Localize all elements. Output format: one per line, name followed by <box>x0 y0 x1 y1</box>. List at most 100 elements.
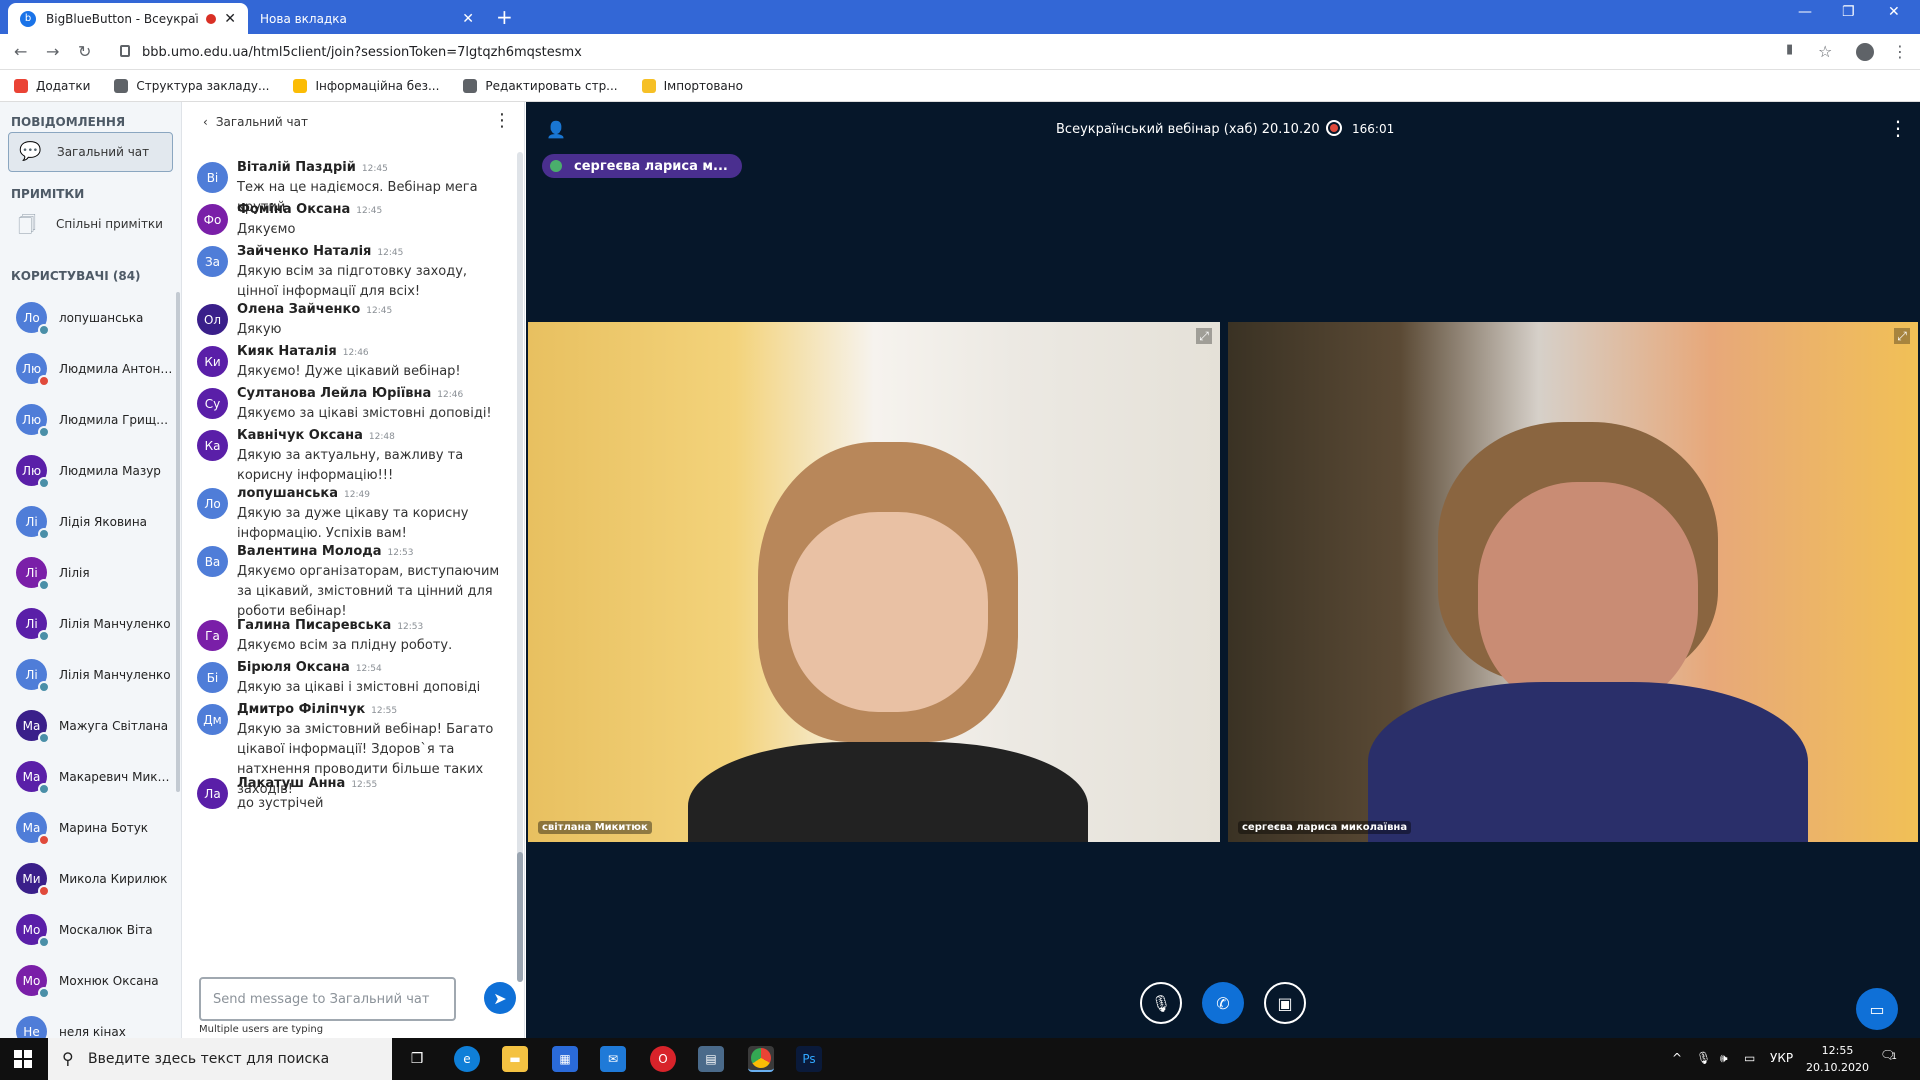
notifications-icon[interactable]: 🗨1 <box>1880 1048 1897 1062</box>
user-list-item[interactable]: Лі Лілія Манчуленко <box>0 649 175 700</box>
user-list-item[interactable]: Лю Людмила Грищенко <box>0 394 175 445</box>
user-list-item[interactable]: Ма Мажуга Світлана <box>0 700 175 751</box>
network-app-icon[interactable]: ▤ <box>698 1046 724 1072</box>
talker-name: сергеєва лариса м... <box>574 158 728 174</box>
restore-icon[interactable]: ❐ <box>1842 4 1855 20</box>
user-list-item[interactable]: Лі Лілія Манчуленко <box>0 598 175 649</box>
user-list-item[interactable]: Лі Лідія Яковина <box>0 496 175 547</box>
chat-input[interactable]: Send message to Загальний чат <box>199 977 456 1021</box>
tray-mic-icon[interactable]: 🎙 <box>1696 1051 1711 1065</box>
user-list-item[interactable]: Ма Макаревич Микола <box>0 751 175 802</box>
video-off-button[interactable]: ▣ <box>1264 982 1306 1024</box>
video-name: світлана Микитюк <box>538 821 652 834</box>
fullscreen-icon[interactable]: ⤢ <box>1196 328 1212 344</box>
scrollbar-thumb[interactable] <box>517 852 523 982</box>
user-list-item[interactable]: Мо Мохнюк Оксана <box>0 955 175 1006</box>
user-list-item[interactable]: Не неля кінах <box>0 1006 175 1038</box>
close-tab-icon[interactable]: ✕ <box>224 11 236 27</box>
bookmark-structure[interactable]: Структура закладу... <box>114 78 269 93</box>
user-list-item[interactable]: Лю Людмила Антонюк <box>0 343 175 394</box>
user-toggle-icon[interactable]: 👤 <box>546 120 566 139</box>
video-tile-2[interactable]: сергеєва лариса миколаївна ⤢ <box>1228 322 1918 842</box>
fullscreen-icon[interactable]: ⤢ <box>1894 328 1910 344</box>
bookmark-apps[interactable]: Додатки <box>14 78 90 93</box>
message-sender: Кавнічук Оксана 12:48 <box>237 428 395 443</box>
opera-icon[interactable]: O <box>650 1046 676 1072</box>
search-icon: ⚲ <box>62 1049 74 1068</box>
user-avatar: Ло <box>16 302 50 336</box>
bookmark-imported[interactable]: Імпортовано <box>641 78 743 93</box>
user-list-item[interactable]: Мо Москалюк Віта <box>0 904 175 955</box>
user-name: Лілія Манчуленко <box>59 616 171 631</box>
camera-in-use-icon[interactable]: ▮ <box>1786 42 1793 57</box>
avatar-initials: Ла <box>204 786 221 801</box>
search-placeholder: Введите здесь текст для поиска <box>88 1051 330 1067</box>
language-indicator[interactable]: УКР <box>1770 1051 1793 1065</box>
bookmark-edit[interactable]: Редактировать стр... <box>463 78 618 93</box>
reload-icon[interactable]: ↻ <box>78 42 91 61</box>
user-status-icon <box>38 783 50 795</box>
user-list-item[interactable]: Ло лопушанська <box>0 292 175 343</box>
minimize-icon[interactable]: — <box>1798 4 1812 20</box>
mail-icon[interactable]: ✉ <box>600 1046 626 1072</box>
sender-name: Кавнічук Оксана <box>237 428 363 443</box>
profile-icon[interactable] <box>1856 43 1874 61</box>
new-tab-icon[interactable]: + <box>496 5 513 29</box>
message-avatar: Ва <box>197 546 228 577</box>
shared-notes-item[interactable]: 🗍 Спільні примітки <box>8 204 173 244</box>
menu-icon[interactable]: ⋮ <box>1892 42 1908 61</box>
explorer-icon[interactable]: ▬ <box>502 1046 528 1072</box>
chat-scrollbar[interactable] <box>517 152 523 982</box>
address-bar[interactable]: bbb.umo.edu.ua/html5client/join?sessionT… <box>110 37 1810 67</box>
phone-icon: ✆ <box>1216 993 1230 1013</box>
tray-chevron-icon[interactable]: ^ <box>1672 1051 1682 1065</box>
tab-new-tab[interactable]: Нова вкладка ✕ <box>248 3 486 34</box>
user-list-panel: ПОВІДОМЛЕННЯ 💬 Загальний чат ПРИМІТКИ 🗍 … <box>0 102 182 1038</box>
chat-input-placeholder: Send message to Загальний чат <box>213 991 430 1007</box>
volume-icon[interactable]: 🕪 <box>1720 1051 1728 1066</box>
user-list-item[interactable]: Ма Марина Ботук <box>0 802 175 853</box>
mute-button[interactable]: 🎙 <box>1140 982 1182 1024</box>
user-list-item[interactable]: Лі Лілія <box>0 547 175 598</box>
message-text: Дякуємо організаторам, виступаючим за ці… <box>237 564 500 619</box>
bookmark-star-icon[interactable]: ☆ <box>1818 42 1832 61</box>
network-icon[interactable]: ▭ <box>1744 1051 1755 1065</box>
user-name: Лілія Манчуленко <box>59 667 171 682</box>
user-avatar: Мо <box>16 965 50 999</box>
video-tile-1[interactable]: світлана Микитюк ⤢ <box>528 322 1220 842</box>
recording-icon[interactable] <box>1326 120 1342 136</box>
message-sender: Дмитро Філіпчук 12:55 <box>237 702 397 717</box>
options-icon[interactable]: ⋮ <box>1888 116 1908 140</box>
user-list-scrollbar[interactable] <box>176 292 180 792</box>
windows-start-icon[interactable] <box>14 1050 32 1068</box>
photoshop-icon[interactable]: Ps <box>796 1046 822 1072</box>
clock[interactable]: 12:55 20.10.2020 <box>1806 1042 1869 1076</box>
task-view-icon[interactable]: ❒ <box>404 1046 430 1072</box>
chat-options-icon[interactable]: ⋮ <box>493 110 511 131</box>
chrome-icon[interactable] <box>748 1046 774 1072</box>
avatar-initials: Мо <box>22 973 41 988</box>
avatar-initials: Ма <box>22 820 41 835</box>
forward-icon[interactable]: → <box>46 42 59 61</box>
public-chat-item[interactable]: 💬 Загальний чат <box>8 132 173 172</box>
bookmark-info[interactable]: Інформаційна без... <box>293 78 439 93</box>
taskbar-search[interactable]: ⚲ Введите здесь текст для поиска <box>48 1038 392 1080</box>
sender-name: Галина Писаревська <box>237 618 392 633</box>
store-icon[interactable]: ▦ <box>552 1046 578 1072</box>
chat-header[interactable]: ‹ Загальний чат ⋮ <box>183 102 525 142</box>
presentation-button[interactable]: ▭ <box>1856 988 1898 1030</box>
leave-audio-button[interactable]: ✆ <box>1202 982 1244 1024</box>
talking-indicator[interactable]: сергеєва лариса м... <box>542 154 742 178</box>
user-status-icon <box>38 732 50 744</box>
close-tab-icon[interactable]: ✕ <box>462 11 474 27</box>
user-list-item[interactable]: Ми Микола Кирилюк <box>0 853 175 904</box>
user-list-item[interactable]: Лю Людмила Мазур <box>0 445 175 496</box>
tab-bigbluebutton[interactable]: b BigBlueButton - Всеукраїнсь ✕ <box>8 3 248 34</box>
edge-icon[interactable]: e <box>454 1046 480 1072</box>
message-avatar: Ка <box>197 430 228 461</box>
back-icon[interactable]: ← <box>14 42 27 61</box>
message-text: Дякуємо всім за плідну роботу. <box>237 638 453 653</box>
send-message-button[interactable]: ➤ <box>484 982 516 1014</box>
close-window-icon[interactable]: ✕ <box>1888 4 1900 20</box>
clock-time: 12:55 <box>1821 1044 1854 1057</box>
